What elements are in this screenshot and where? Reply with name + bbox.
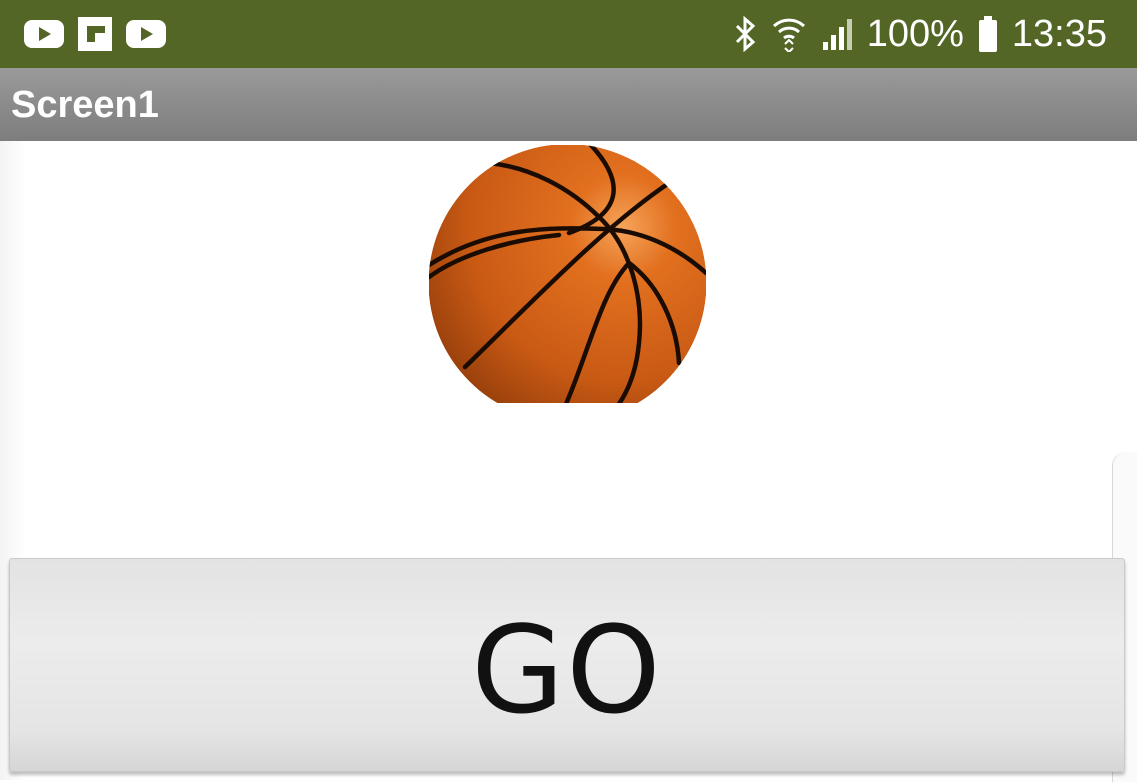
notification-icons [24,17,166,51]
go-button-label: GO [471,601,663,741]
status-bar: 100% 13:35 [0,0,1137,68]
clock: 13:35 [1011,12,1107,55]
system-status: 100% 13:35 [733,0,1107,68]
app-bar: Screen1 [0,68,1137,142]
battery-icon [978,16,998,52]
basketball-image [429,145,706,416]
signal-icon [821,18,853,50]
screen-content: GO [0,141,1137,782]
bluetooth-icon [733,16,757,52]
battery-percent: 100% [866,12,964,55]
go-button[interactable]: GO [9,558,1125,772]
youtube-icon [126,17,166,51]
screen-title: Screen1 [11,84,159,126]
wifi-icon [771,16,807,52]
flipboard-icon [78,17,112,51]
youtube-icon [24,17,64,51]
